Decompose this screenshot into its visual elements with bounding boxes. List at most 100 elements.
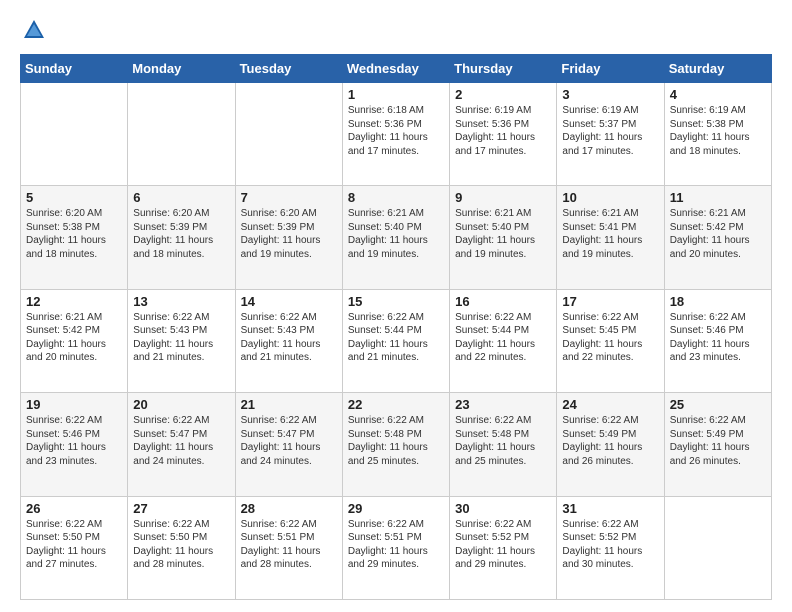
week-row-4: 19Sunrise: 6:22 AM Sunset: 5:46 PM Dayli… (21, 393, 772, 496)
day-number: 15 (348, 294, 444, 309)
day-cell: 31Sunrise: 6:22 AM Sunset: 5:52 PM Dayli… (557, 496, 664, 599)
weekday-header-monday: Monday (128, 55, 235, 83)
day-cell: 9Sunrise: 6:21 AM Sunset: 5:40 PM Daylig… (450, 186, 557, 289)
weekday-header-friday: Friday (557, 55, 664, 83)
day-info: Sunrise: 6:21 AM Sunset: 5:42 PM Dayligh… (26, 311, 122, 365)
day-cell: 13 Sunrise: 6:22 AM Sunset: 5:43 PM Dayli… (128, 289, 235, 392)
week-row-1: 1Sunrise: 6:18 AM Sunset: 5:36 PM Daylig… (21, 83, 772, 186)
week-row-3: 12 Sunrise: 6:21 AM Sunset: 5:42 PM Dayli… (21, 289, 772, 392)
day-cell: 18 Sunrise: 6:22 AM Sunset: 5:46 PM Dayli… (664, 289, 771, 392)
day-number: 27 (133, 501, 229, 516)
day-number: 28 (241, 501, 337, 516)
day-info: Sunrise: 6:19 AM Sunset: 5:37 PM Dayligh… (562, 104, 658, 158)
day-cell: 12 Sunrise: 6:21 AM Sunset: 5:42 PM Dayli… (21, 289, 128, 392)
day-info: Sunrise: 6:22 AM Sunset: 5:50 PM Dayligh… (26, 518, 122, 572)
day-number: 14 (241, 294, 337, 309)
header (20, 16, 772, 44)
day-info: Sunrise: 6:22 AM Sunset: 5:49 PM Dayligh… (670, 414, 766, 468)
day-info: Sunrise: 6:20 AM Sunset: 5:38 PM Dayligh… (26, 207, 122, 261)
day-cell: 17 Sunrise: 6:22 AM Sunset: 5:45 PM Dayli… (557, 289, 664, 392)
day-cell: 20 Sunrise: 6:22 AM Sunset: 5:47 PM Dayli… (128, 393, 235, 496)
day-cell: 27 Sunrise: 6:22 AM Sunset: 5:50 PM Dayli… (128, 496, 235, 599)
day-info: Sunrise: 6:22 AM Sunset: 5:52 PM Dayligh… (455, 518, 551, 572)
day-number: 21 (241, 397, 337, 412)
day-number: 20 (133, 397, 229, 412)
day-cell (21, 83, 128, 186)
day-number: 26 (26, 501, 122, 516)
day-info: Sunrise: 6:22 AM Sunset: 5:51 PM Dayligh… (348, 518, 444, 572)
day-info: Sunrise: 6:22 AM Sunset: 5:44 PM Dayligh… (455, 311, 551, 365)
day-cell: 4 Sunrise: 6:19 AM Sunset: 5:38 PM Daylig… (664, 83, 771, 186)
day-info: Sunrise: 6:19 AM Sunset: 5:38 PM Dayligh… (670, 104, 766, 158)
day-number: 2 (455, 87, 551, 102)
day-cell: 30 Sunrise: 6:22 AM Sunset: 5:52 PM Dayli… (450, 496, 557, 599)
day-info: Sunrise: 6:22 AM Sunset: 5:49 PM Dayligh… (562, 414, 658, 468)
day-number: 17 (562, 294, 658, 309)
weekday-header-saturday: Saturday (664, 55, 771, 83)
weekday-row: SundayMondayTuesdayWednesdayThursdayFrid… (21, 55, 772, 83)
day-number: 11 (670, 190, 766, 205)
day-number: 24 (562, 397, 658, 412)
day-number: 13 (133, 294, 229, 309)
day-cell: 22 Sunrise: 6:22 AM Sunset: 5:48 PM Dayli… (342, 393, 449, 496)
day-cell: 6 Sunrise: 6:20 AM Sunset: 5:39 PM Daylig… (128, 186, 235, 289)
day-number: 30 (455, 501, 551, 516)
day-cell: 14 Sunrise: 6:22 AM Sunset: 5:43 PM Dayli… (235, 289, 342, 392)
day-info: Sunrise: 6:22 AM Sunset: 5:48 PM Dayligh… (348, 414, 444, 468)
day-number: 9 (455, 190, 551, 205)
week-row-5: 26 Sunrise: 6:22 AM Sunset: 5:50 PM Dayli… (21, 496, 772, 599)
day-info: Sunrise: 6:22 AM Sunset: 5:44 PM Dayligh… (348, 311, 444, 365)
day-cell (235, 83, 342, 186)
weekday-header-sunday: Sunday (21, 55, 128, 83)
day-number: 19 (26, 397, 122, 412)
day-cell: 29Sunrise: 6:22 AM Sunset: 5:51 PM Dayli… (342, 496, 449, 599)
day-number: 10 (562, 190, 658, 205)
weekday-header-tuesday: Tuesday (235, 55, 342, 83)
day-number: 5 (26, 190, 122, 205)
day-cell: 23 Sunrise: 6:22 AM Sunset: 5:48 PM Dayli… (450, 393, 557, 496)
day-cell: 5 Sunrise: 6:20 AM Sunset: 5:38 PM Daylig… (21, 186, 128, 289)
day-number: 6 (133, 190, 229, 205)
day-cell: 24 Sunrise: 6:22 AM Sunset: 5:49 PM Dayli… (557, 393, 664, 496)
logo-icon (20, 16, 48, 44)
day-number: 12 (26, 294, 122, 309)
day-cell: 11 Sunrise: 6:21 AM Sunset: 5:42 PM Dayli… (664, 186, 771, 289)
day-number: 25 (670, 397, 766, 412)
day-number: 3 (562, 87, 658, 102)
day-info: Sunrise: 6:20 AM Sunset: 5:39 PM Dayligh… (133, 207, 229, 261)
day-cell: 2Sunrise: 6:19 AM Sunset: 5:36 PM Daylig… (450, 83, 557, 186)
day-number: 1 (348, 87, 444, 102)
day-info: Sunrise: 6:22 AM Sunset: 5:46 PM Dayligh… (670, 311, 766, 365)
day-number: 8 (348, 190, 444, 205)
day-cell: 3 Sunrise: 6:19 AM Sunset: 5:37 PM Daylig… (557, 83, 664, 186)
day-number: 23 (455, 397, 551, 412)
day-info: Sunrise: 6:22 AM Sunset: 5:51 PM Dayligh… (241, 518, 337, 572)
day-info: Sunrise: 6:22 AM Sunset: 5:52 PM Dayligh… (562, 518, 658, 572)
day-number: 4 (670, 87, 766, 102)
day-info: Sunrise: 6:21 AM Sunset: 5:40 PM Dayligh… (348, 207, 444, 261)
day-info: Sunrise: 6:21 AM Sunset: 5:42 PM Dayligh… (670, 207, 766, 261)
day-number: 18 (670, 294, 766, 309)
day-cell: 21Sunrise: 6:22 AM Sunset: 5:47 PM Dayli… (235, 393, 342, 496)
day-cell: 7 Sunrise: 6:20 AM Sunset: 5:39 PM Daylig… (235, 186, 342, 289)
day-info: Sunrise: 6:20 AM Sunset: 5:39 PM Dayligh… (241, 207, 337, 261)
day-cell: 10 Sunrise: 6:21 AM Sunset: 5:41 PM Dayli… (557, 186, 664, 289)
week-row-2: 5 Sunrise: 6:20 AM Sunset: 5:38 PM Daylig… (21, 186, 772, 289)
day-number: 22 (348, 397, 444, 412)
day-info: Sunrise: 6:22 AM Sunset: 5:50 PM Dayligh… (133, 518, 229, 572)
day-info: Sunrise: 6:22 AM Sunset: 5:45 PM Dayligh… (562, 311, 658, 365)
day-info: Sunrise: 6:22 AM Sunset: 5:48 PM Dayligh… (455, 414, 551, 468)
day-cell: 16Sunrise: 6:22 AM Sunset: 5:44 PM Dayli… (450, 289, 557, 392)
day-cell: 15 Sunrise: 6:22 AM Sunset: 5:44 PM Dayli… (342, 289, 449, 392)
day-info: Sunrise: 6:22 AM Sunset: 5:43 PM Dayligh… (133, 311, 229, 365)
calendar: SundayMondayTuesdayWednesdayThursdayFrid… (20, 54, 772, 600)
day-cell: 19Sunrise: 6:22 AM Sunset: 5:46 PM Dayli… (21, 393, 128, 496)
day-cell (664, 496, 771, 599)
day-info: Sunrise: 6:22 AM Sunset: 5:47 PM Dayligh… (133, 414, 229, 468)
weekday-header-thursday: Thursday (450, 55, 557, 83)
day-number: 7 (241, 190, 337, 205)
calendar-body: 1Sunrise: 6:18 AM Sunset: 5:36 PM Daylig… (21, 83, 772, 600)
day-info: Sunrise: 6:21 AM Sunset: 5:41 PM Dayligh… (562, 207, 658, 261)
day-cell: 26 Sunrise: 6:22 AM Sunset: 5:50 PM Dayli… (21, 496, 128, 599)
day-info: Sunrise: 6:22 AM Sunset: 5:43 PM Dayligh… (241, 311, 337, 365)
